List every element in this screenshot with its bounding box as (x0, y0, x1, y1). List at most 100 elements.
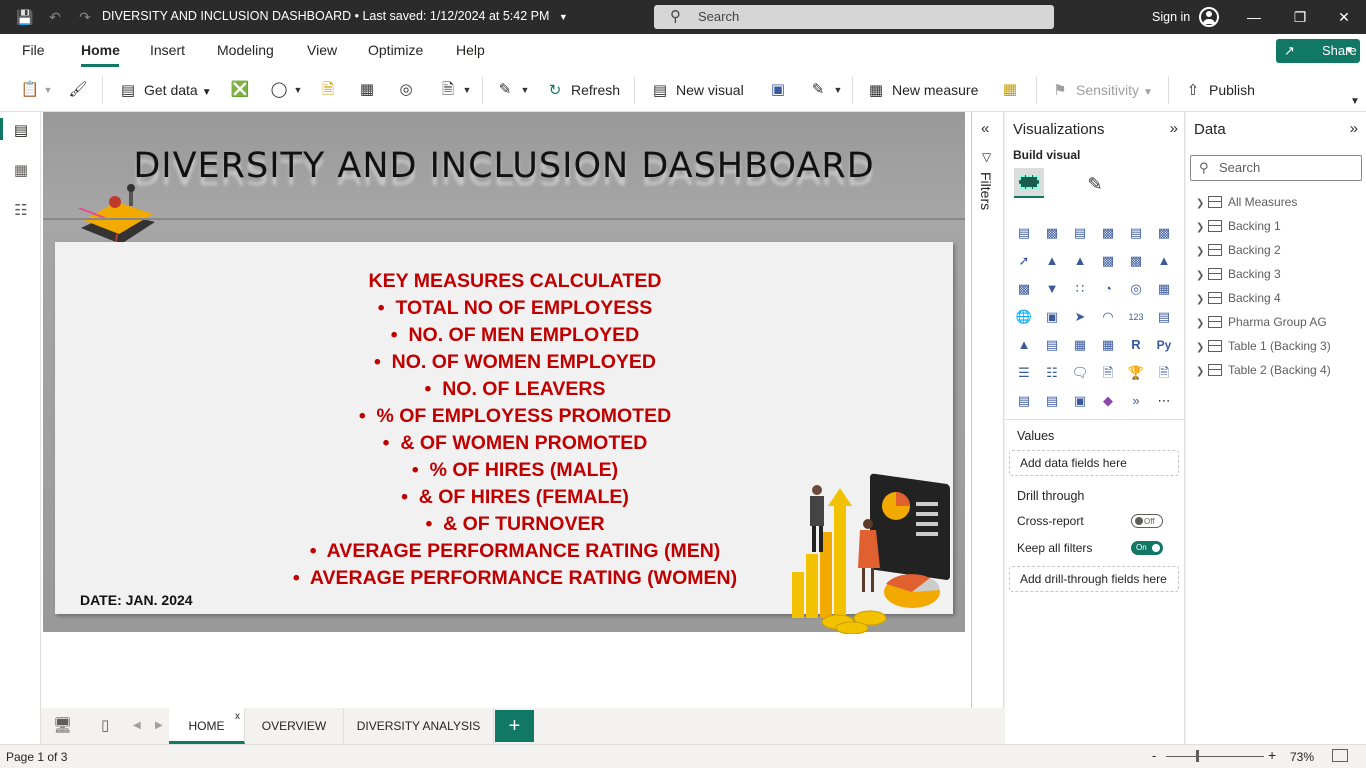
line-clustered-icon[interactable]: ▩ (1125, 250, 1147, 272)
donut-chart-icon[interactable]: ◎ (1125, 278, 1147, 300)
clustered-bar-icon[interactable]: ▤ (1069, 222, 1091, 244)
menu-modeling[interactable]: Modeling (217, 42, 274, 58)
decomposition-tree-icon[interactable]: ☷ (1041, 362, 1063, 384)
power-apps-icon[interactable]: ▤ (1013, 390, 1035, 412)
narrative-icon[interactable]: 🗎 (1097, 362, 1119, 384)
menu-optimize[interactable]: Optimize (368, 42, 423, 58)
excel-icon[interactable]: ❎ (230, 80, 250, 100)
power-automate-icon[interactable]: ▤ (1041, 390, 1063, 412)
qna-icon[interactable]: 🗨 (1069, 362, 1091, 384)
collapse-data-icon[interactable]: » (1350, 120, 1358, 137)
add-page-button[interactable]: + (495, 710, 534, 742)
chevron-down-icon[interactable]: ▼ (457, 80, 477, 100)
table-view-icon[interactable]: ▦ (10, 160, 32, 182)
line-column-icon[interactable]: ▩ (1097, 250, 1119, 272)
filters-pane[interactable]: « ▽ Filters (972, 112, 1004, 744)
menu-file[interactable]: File (22, 42, 45, 58)
stacked-bar-icon[interactable]: ▤ (1013, 222, 1035, 244)
zoom-slider-thumb[interactable] (1196, 750, 1199, 762)
tree-item-all-measures[interactable]: ❯ All Measures (1196, 192, 1297, 212)
refresh-button[interactable]: ↻ Refresh (545, 79, 620, 101)
filled-map-icon[interactable]: ▣ (1041, 306, 1063, 328)
tab-home[interactable]: HOME (169, 708, 245, 744)
filters-label[interactable]: Filters (978, 172, 994, 210)
key-measures-card[interactable]: KEY MEASURES CALCULATED • TOTAL NO OF EM… (55, 242, 953, 634)
menu-help[interactable]: Help (456, 42, 485, 58)
smart-narrative-icon[interactable]: » (1125, 390, 1147, 412)
tree-item-pharma-group[interactable]: ❯ Pharma Group AG (1196, 312, 1327, 332)
onelake-icon[interactable]: ◯ (269, 80, 289, 100)
custom-visual-icon[interactable]: ◆ (1097, 390, 1119, 412)
chevron-down-icon[interactable]: ▼ (515, 80, 535, 100)
clustered-column-icon[interactable]: ▩ (1097, 222, 1119, 244)
dataverse-icon[interactable]: ◎ (396, 80, 416, 100)
global-search[interactable]: ⚲ Search (654, 5, 1054, 29)
recent-sources-icon[interactable]: 🗎 (438, 80, 458, 100)
close-icon[interactable]: ✕ (1333, 6, 1355, 28)
zoom-out-icon[interactable]: - (1152, 748, 1156, 763)
table-icon[interactable]: ▦ (1069, 334, 1091, 356)
quick-measure-icon[interactable]: ▦ (1000, 80, 1020, 100)
new-visual-button[interactable]: ▤ New visual (650, 79, 744, 101)
multi-row-card-icon[interactable]: ▤ (1153, 306, 1175, 328)
ribbon-chart-icon[interactable]: ▲ (1153, 250, 1175, 272)
new-measure-button[interactable]: ▦ New measure (866, 79, 978, 101)
kpi-icon[interactable]: ▲ (1013, 334, 1035, 356)
menu-view[interactable]: View (307, 42, 337, 58)
sign-in-link[interactable]: Sign in (1152, 10, 1190, 24)
collapse-visualizations-icon[interactable]: » (1170, 120, 1178, 137)
map-icon[interactable]: 🌐 (1013, 306, 1035, 328)
sql-server-icon[interactable]: 🗎 (318, 80, 338, 100)
tree-item-backing-1[interactable]: ❯ Backing 1 (1196, 216, 1281, 236)
paginated-report-icon[interactable]: 🗎 (1153, 362, 1175, 384)
scatter-chart-icon[interactable]: ∷ (1069, 278, 1091, 300)
zoom-slider[interactable] (1166, 756, 1264, 757)
tree-item-backing-4[interactable]: ❯ Backing 4 (1196, 288, 1281, 308)
enter-data-icon[interactable]: ▦ (357, 80, 377, 100)
python-visual-icon[interactable]: Py (1153, 334, 1175, 356)
close-tab-icon[interactable]: x (235, 711, 240, 722)
chevron-down-icon[interactable]: ▼ (288, 80, 308, 100)
matrix-icon[interactable]: ▦ (1097, 334, 1119, 356)
chevron-down-icon[interactable]: ▼ (38, 80, 58, 100)
100-bar-icon[interactable]: ▤ (1125, 222, 1147, 244)
save-icon[interactable]: 💾 (16, 8, 34, 26)
goals-icon[interactable]: 🏆 (1125, 362, 1147, 384)
pie-chart-icon[interactable]: ◔ (1097, 278, 1119, 300)
stacked-column-icon[interactable]: ▩ (1041, 222, 1063, 244)
azure-map-icon[interactable]: ➤ (1069, 306, 1091, 328)
100-column-icon[interactable]: ▩ (1153, 222, 1175, 244)
stacked-area-icon[interactable]: ▲ (1069, 250, 1091, 272)
previous-page-icon[interactable]: ◀ (133, 720, 141, 731)
chevron-down-icon[interactable]: ▼ (828, 80, 848, 100)
menu-insert[interactable]: Insert (150, 42, 185, 58)
tree-item-backing-3[interactable]: ❯ Backing 3 (1196, 264, 1281, 284)
r-visual-icon[interactable]: R (1125, 334, 1147, 356)
desktop-layout-icon[interactable]: 🖥 (53, 716, 72, 734)
next-page-icon[interactable]: ▶ (155, 720, 163, 731)
mobile-layout-icon[interactable]: ▯ (101, 716, 109, 734)
keep-filters-toggle[interactable]: On (1131, 541, 1163, 555)
zoom-in-icon[interactable]: + (1268, 747, 1276, 763)
funnel-chart-icon[interactable]: ▼ (1041, 278, 1063, 300)
build-visual-tab[interactable] (1014, 168, 1044, 198)
treemap-icon[interactable]: ▦ (1153, 278, 1175, 300)
share-button[interactable]: ↗ Share ▼ (1276, 39, 1360, 63)
publish-button[interactable]: ⇧ Publish (1183, 79, 1255, 101)
data-search-input[interactable]: ⚲ Search (1190, 155, 1362, 181)
tree-item-table-2[interactable]: ❯ Table 2 (Backing 4) (1196, 360, 1331, 380)
sensitivity-button[interactable]: ⚑ Sensitivity ▼ (1050, 79, 1153, 101)
tab-diversity-analysis[interactable]: DIVERSITY ANALYSIS (344, 708, 494, 744)
values-dropzone[interactable]: Add data fields here (1009, 450, 1179, 476)
model-view-icon[interactable]: ☷ (10, 200, 32, 222)
redo-icon[interactable]: ↷ (76, 8, 94, 26)
maximize-icon[interactable]: ❐ (1289, 6, 1311, 28)
format-visual-icon[interactable]: ✎ (1083, 172, 1107, 196)
chevron-down-icon[interactable]: ▼ (1344, 39, 1354, 63)
report-page[interactable]: DIVERSITY AND INCLUSION DASHBOARD KEY ME… (43, 112, 965, 634)
undo-icon[interactable]: ↶ (46, 8, 64, 26)
avatar-icon[interactable] (1199, 7, 1219, 27)
arcgis-icon[interactable]: ▣ (1069, 390, 1091, 412)
text-box-icon[interactable]: ▣ (768, 80, 788, 100)
tree-item-table-1[interactable]: ❯ Table 1 (Backing 3) (1196, 336, 1331, 356)
